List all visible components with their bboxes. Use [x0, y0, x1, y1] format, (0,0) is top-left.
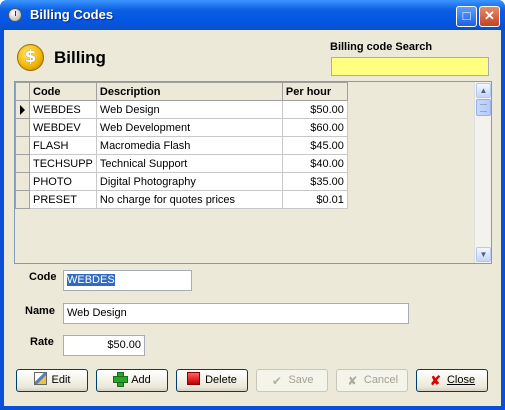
table-row[interactable]: FLASH Macromedia Flash $45.00	[15, 136, 348, 155]
cell-rate[interactable]: $50.00	[281, 100, 348, 119]
name-field[interactable]: Web Design	[63, 303, 409, 324]
rate-label: Rate	[30, 336, 54, 348]
cell-rate[interactable]: $35.00	[281, 172, 348, 191]
row-selector[interactable]	[15, 118, 30, 137]
save-button-label: Save	[288, 374, 314, 386]
code-field[interactable]: WEBDES	[63, 270, 192, 291]
row-selector[interactable]	[15, 100, 30, 119]
cancel-button[interactable]: ✘ Cancel	[336, 369, 408, 392]
close-button[interactable]: ✘ Close	[416, 369, 488, 392]
close-icon: ✘	[429, 373, 441, 388]
row-selector[interactable]	[15, 172, 30, 191]
cell-description[interactable]: Technical Support	[95, 154, 283, 173]
scroll-down-button[interactable]: ▼	[476, 247, 491, 262]
stopwatch-icon	[8, 8, 22, 22]
add-button-label: Add	[131, 374, 151, 386]
table-row[interactable]: PRESET No charge for quotes prices $0.01	[15, 190, 348, 209]
table-row[interactable]: WEBDEV Web Development $60.00	[15, 118, 348, 137]
column-header-code[interactable]: Code	[29, 82, 97, 101]
cell-rate[interactable]: $60.00	[281, 118, 348, 137]
add-button[interactable]: Add	[96, 369, 168, 392]
dollar-coin-icon: $	[17, 44, 44, 71]
cell-rate[interactable]: $40.00	[281, 154, 348, 173]
table-row[interactable]: TECHSUPP Technical Support $40.00	[15, 154, 348, 173]
column-header-per-hour[interactable]: Per hour	[281, 82, 348, 101]
maximize-button[interactable]: □	[456, 6, 477, 27]
cell-code[interactable]: WEBDEV	[29, 118, 97, 137]
row-pointer-icon	[20, 105, 25, 115]
delete-button-label: Delete	[205, 374, 237, 386]
page-title: Billing	[54, 48, 106, 67]
code-field-value: WEBDES	[67, 274, 115, 286]
cell-rate[interactable]: $0.01	[281, 190, 348, 209]
cell-description[interactable]: No charge for quotes prices	[95, 190, 283, 209]
delete-icon	[187, 372, 201, 385]
search-label: Billing code Search	[330, 41, 433, 53]
table-row[interactable]: WEBDES Web Design $50.00	[15, 100, 348, 119]
edit-icon	[33, 372, 47, 385]
row-selector[interactable]	[15, 154, 30, 173]
add-icon	[113, 372, 129, 387]
grid-corner	[15, 82, 30, 101]
row-selector[interactable]	[15, 136, 30, 155]
billing-codes-window: Billing Codes □ ✕ $ Billing Billing code…	[0, 0, 505, 410]
checkmark-icon: ✔	[271, 374, 282, 388]
cell-rate[interactable]: $45.00	[281, 136, 348, 155]
window-title: Billing Codes	[30, 7, 114, 22]
close-button-label: Close	[446, 374, 476, 386]
cell-code[interactable]: WEBDES	[29, 100, 97, 119]
billing-code-search-input[interactable]	[331, 57, 489, 76]
cell-code[interactable]: FLASH	[29, 136, 97, 155]
title-bar[interactable]: Billing Codes □ ✕	[0, 0, 505, 30]
window-close-button[interactable]: ✕	[479, 6, 500, 27]
scroll-up-button[interactable]: ▲	[476, 83, 491, 98]
cell-code[interactable]: PHOTO	[29, 172, 97, 191]
scroll-thumb[interactable]	[476, 99, 491, 116]
cell-code[interactable]: TECHSUPP	[29, 154, 97, 173]
cell-description[interactable]: Web Development	[95, 118, 283, 137]
client-area: $ Billing Billing code Search Code Descr…	[4, 30, 501, 406]
grid-header-row: Code Description Per hour	[15, 82, 348, 101]
table-row[interactable]: PHOTO Digital Photography $35.00	[15, 172, 348, 191]
cancel-icon: ✘	[347, 374, 358, 388]
save-button[interactable]: ✔ Save	[256, 369, 328, 392]
column-header-description[interactable]: Description	[95, 82, 283, 101]
rate-field[interactable]: $50.00	[63, 335, 145, 356]
billing-codes-grid[interactable]: Code Description Per hour WEBDES Web Des…	[14, 81, 492, 264]
name-label: Name	[25, 305, 55, 317]
code-label: Code	[29, 271, 57, 283]
cell-description[interactable]: Digital Photography	[95, 172, 283, 191]
cell-description[interactable]: Macromedia Flash	[95, 136, 283, 155]
edit-button-label: Edit	[51, 374, 71, 386]
row-selector[interactable]	[15, 190, 30, 209]
delete-button[interactable]: Delete	[176, 369, 248, 392]
cancel-button-label: Cancel	[363, 374, 399, 386]
edit-button[interactable]: Edit	[16, 369, 88, 392]
cell-code[interactable]: PRESET	[29, 190, 97, 209]
cell-description[interactable]: Web Design	[95, 100, 283, 119]
grid-vertical-scrollbar[interactable]: ▲ ▼	[474, 82, 491, 263]
